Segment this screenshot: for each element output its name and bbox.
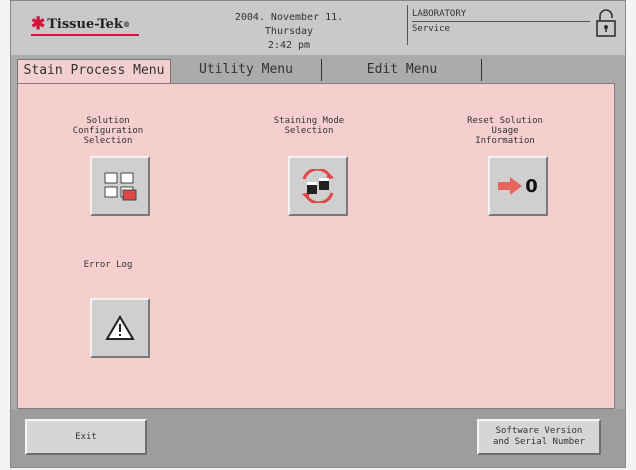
- role-text: Service: [412, 24, 450, 34]
- date-text: 2004. November 11. Thursday: [234, 12, 344, 37]
- header-divider: [407, 5, 408, 45]
- brand-underline: [31, 34, 139, 36]
- solution-config-button[interactable]: [90, 156, 150, 216]
- tab-utility-menu[interactable]: Utility Menu: [171, 59, 322, 81]
- staining-mode-icon: [302, 169, 334, 203]
- staining-mode-button[interactable]: [288, 156, 348, 216]
- datetime-display: 2004. November 11. Thursday 2:42 pm: [215, 11, 363, 53]
- padlock-icon[interactable]: [595, 9, 617, 39]
- brand-reg-mark: ®: [122, 19, 130, 29]
- exit-label: Exit: [75, 431, 97, 442]
- header-bar: ✱ Tissue-Tek ® 2004. November 11. Thursd…: [11, 1, 625, 55]
- tab-edit-menu[interactable]: Edit Menu: [323, 59, 482, 81]
- warning-triangle-icon: [105, 315, 135, 340]
- brand-name: Tissue-Tek: [47, 16, 123, 32]
- software-version-button[interactable]: Software Version and Serial Number: [477, 419, 601, 455]
- solution-config-label: Solution Configuration Selection: [72, 116, 144, 146]
- zero-text: 0: [525, 175, 538, 197]
- brand-star-icon: ✱: [31, 13, 46, 34]
- reset-arrow-icon: 0: [498, 176, 538, 197]
- stain-process-panel: Solution Configuration Selection Stainin…: [17, 83, 615, 409]
- tab-stain-process-menu[interactable]: Stain Process Menu: [17, 59, 171, 84]
- brand-logo: ✱ Tissue-Tek ®: [31, 13, 151, 35]
- time-text: 2:42 pm: [267, 40, 311, 51]
- user-info: LABORATORY Service: [412, 7, 466, 37]
- reset-usage-label: Reset Solution Usage Information: [467, 116, 543, 146]
- location-text: LABORATORY: [412, 9, 467, 19]
- software-version-label: Software Version and Serial Number: [492, 426, 586, 447]
- stainer-screen: ✱ Tissue-Tek ® 2004. November 11. Thursd…: [10, 0, 626, 468]
- user-info-line: [412, 21, 590, 22]
- solution-config-icon: [104, 172, 137, 201]
- menu-tabs: Stain Process Menu Utility Menu Edit Men…: [11, 59, 625, 84]
- exit-button[interactable]: Exit: [25, 419, 147, 455]
- error-log-label: Error Log: [83, 260, 133, 270]
- footer-bar: Exit Software Version and Serial Number: [11, 409, 625, 467]
- reset-usage-button[interactable]: 0: [488, 156, 548, 216]
- staining-mode-label: Staining Mode Selection: [273, 116, 345, 136]
- error-log-button[interactable]: [90, 298, 150, 358]
